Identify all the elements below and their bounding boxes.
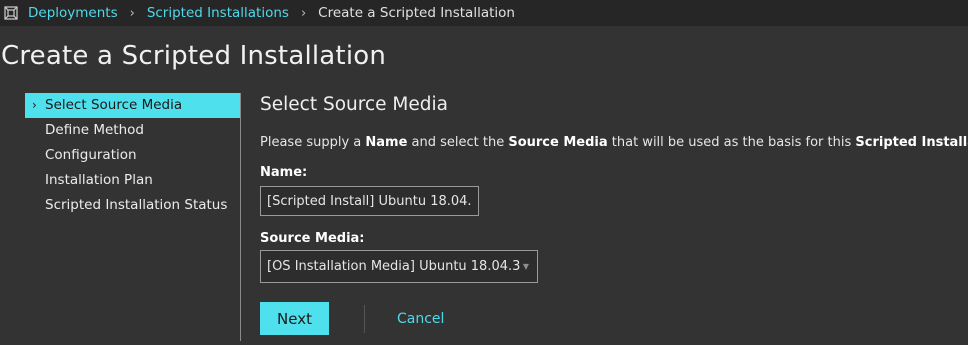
name-input[interactable] bbox=[260, 186, 479, 216]
sidebar-item-select-source-media[interactable]: › Select Source Media bbox=[25, 93, 240, 118]
next-button[interactable]: Next bbox=[260, 302, 329, 335]
section-title: Select Source Media bbox=[260, 94, 448, 115]
sidebar-item-label: Installation Plan bbox=[45, 172, 153, 188]
sidebar-item-label: Select Source Media bbox=[45, 97, 183, 113]
sidebar-item-scripted-installation-status[interactable]: Scripted Installation Status bbox=[25, 193, 240, 218]
sidebar-item-label: Scripted Installation Status bbox=[45, 197, 228, 213]
intro-text-bold: Source Media bbox=[508, 135, 608, 150]
source-media-selected-value: [OS Installation Media] Ubuntu 18.04.3 bbox=[267, 259, 521, 274]
sidebar-item-configuration[interactable]: Configuration bbox=[25, 143, 240, 168]
breadcrumb-scripted-installations[interactable]: Scripted Installations bbox=[147, 5, 289, 21]
cancel-button[interactable]: Cancel bbox=[397, 311, 444, 327]
name-label: Name: bbox=[260, 165, 308, 180]
intro-text-part: that will be used as the basis for this bbox=[607, 135, 856, 150]
source-media-select[interactable]: [OS Installation Media] Ubuntu 18.04.3 ▼ bbox=[260, 250, 538, 283]
source-media-label: Source Media: bbox=[260, 231, 365, 246]
breadcrumb-separator: › bbox=[129, 5, 135, 21]
main-content: Select Source Media Please supply a Name… bbox=[260, 93, 968, 335]
intro-text-part: and select the bbox=[407, 135, 509, 150]
breadcrumb-deployments[interactable]: Deployments bbox=[28, 5, 118, 21]
sidebar-item-installation-plan[interactable]: Installation Plan bbox=[25, 168, 240, 193]
breadcrumb-separator: › bbox=[300, 5, 307, 21]
intro-text-bold: Scripted Installation bbox=[855, 135, 968, 150]
breadcrumb-current: Create a Scripted Installation bbox=[318, 5, 515, 21]
chevron-down-icon: ▼ bbox=[522, 262, 529, 271]
page-title: Create a Scripted Installation bbox=[1, 41, 387, 71]
sidebar-item-define-method[interactable]: Define Method bbox=[25, 118, 240, 143]
sidebar-item-label: Configuration bbox=[45, 147, 137, 163]
sidebar-item-label: Define Method bbox=[45, 122, 144, 138]
intro-text-part: Please supply a bbox=[260, 135, 366, 150]
app-logo-icon[interactable] bbox=[4, 6, 18, 20]
button-divider bbox=[364, 305, 365, 333]
wizard-steps-sidebar: › Select Source Media Define Method Conf… bbox=[25, 93, 241, 341]
intro-text-bold: Name bbox=[365, 135, 408, 150]
intro-text: Please supply a Name and select the Sour… bbox=[260, 135, 968, 150]
breadcrumb-bar: Deployments › Scripted Installations › C… bbox=[0, 0, 968, 26]
chevron-right-icon: › bbox=[32, 98, 37, 112]
